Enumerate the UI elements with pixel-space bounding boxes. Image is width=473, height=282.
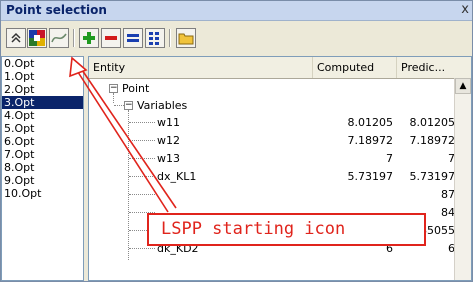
lspp-annotation-callout: LSPP starting icon (147, 213, 426, 246)
